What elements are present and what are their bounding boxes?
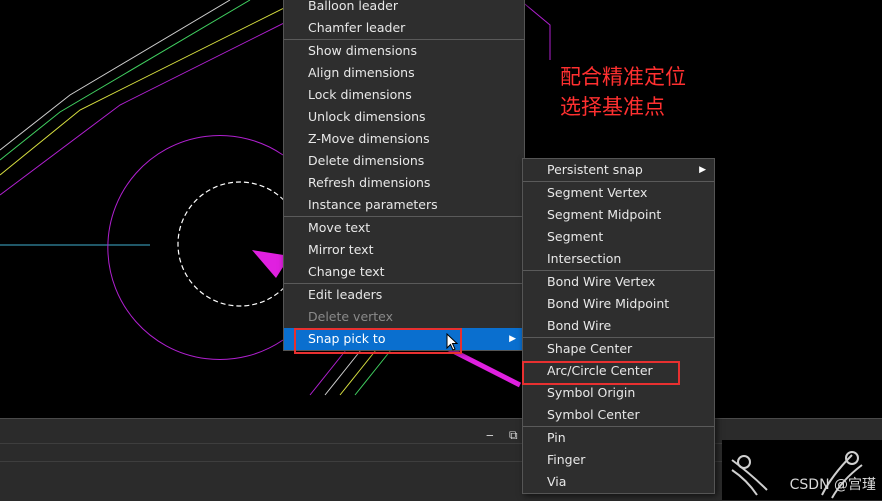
menu-item-segment[interactable]: Segment (523, 226, 714, 248)
menu-item-label: Edit leaders (308, 287, 383, 302)
context-menu: Balloon leader Chamfer leader Show dimensi… (283, 0, 525, 351)
menu-item-label: Bond Wire (547, 318, 612, 333)
menu-item-shape-center[interactable]: Shape Center (523, 338, 714, 360)
menu-item-segment-vertex[interactable]: Segment Vertex (523, 182, 714, 204)
minimize-icon[interactable]: ‒ (486, 429, 494, 441)
submenu-arrow-icon: ▶ (509, 334, 516, 344)
menu-item-label: Shape Center (547, 341, 633, 356)
menu-item-label: Symbol Origin (547, 385, 636, 400)
outer-arc (107, 135, 284, 360)
menu-item-refresh-dimensions[interactable]: Refresh dimensions (284, 172, 524, 194)
menu-item-delete-dimensions[interactable]: Delete dimensions (284, 150, 524, 172)
menu-item-label: Symbol Center (547, 407, 640, 422)
menu-item-delete-vertex[interactable]: Delete vertex (284, 306, 524, 328)
menu-item-label: Persistent snap (547, 162, 643, 177)
menu-item-label: Finger (547, 452, 586, 467)
menu-item-label: Segment (547, 229, 604, 244)
menu-item-chamfer-leader[interactable]: Chamfer leader (284, 17, 524, 39)
menu-item-unlock-dimensions[interactable]: Unlock dimensions (284, 106, 524, 128)
menu-item-label: Instance parameters (308, 197, 438, 212)
menu-item-label: Delete dimensions (308, 153, 425, 168)
menu-item-label: Z-Move dimensions (308, 131, 430, 146)
menu-item-bond-wire-midpoint[interactable]: Bond Wire Midpoint (523, 293, 714, 315)
menu-item-label: Bond Wire Midpoint (547, 296, 670, 311)
menu-item-label: Refresh dimensions (308, 175, 431, 190)
menu-item-balloon-leader[interactable]: Balloon leader (284, 0, 524, 17)
menu-item-via[interactable]: Via (523, 471, 714, 493)
submenu-arrow-icon: ▶ (699, 165, 706, 175)
menu-item-bond-wire[interactable]: Bond Wire (523, 315, 714, 337)
restore-icon[interactable]: ⧉ (509, 429, 518, 441)
menu-item-label: Delete vertex (308, 309, 394, 324)
menu-item-symbol-center[interactable]: Symbol Center (523, 404, 714, 426)
menu-item-label: Mirror text (308, 242, 374, 257)
board-outline-white (0, 0, 231, 151)
menu-item-label: Segment Midpoint (547, 207, 662, 222)
menu-item-label: Change text (308, 264, 385, 279)
menu-item-label: Unlock dimensions (308, 109, 426, 124)
menu-item-label: Align dimensions (308, 65, 415, 80)
snap-pick-submenu: Persistent snap ▶ Segment Vertex Segment Mi… (522, 158, 715, 494)
menu-item-intersection[interactable]: Intersection (523, 248, 714, 270)
menu-item-label: Chamfer leader (308, 20, 406, 35)
annotation-text: 配合精准定位 选择基准点 (560, 62, 686, 122)
menu-item-label: Lock dimensions (308, 87, 412, 102)
menu-item-show-dimensions[interactable]: Show dimensions (284, 40, 524, 62)
menu-item-align-dimensions[interactable]: Align dimensions (284, 62, 524, 84)
menu-item-label: Segment Vertex (547, 185, 648, 200)
menu-item-bond-wire-vertex[interactable]: Bond Wire Vertex (523, 271, 714, 293)
menu-item-z-move-dimensions[interactable]: Z-Move dimensions (284, 128, 524, 150)
menu-item-label: Show dimensions (308, 43, 417, 58)
menu-item-finger[interactable]: Finger (523, 449, 714, 471)
menu-item-lock-dimensions[interactable]: Lock dimensions (284, 84, 524, 106)
menu-item-label: Balloon leader (308, 0, 398, 13)
mouse-cursor-icon (446, 333, 459, 351)
menu-item-persistent-snap[interactable]: Persistent snap ▶ (523, 159, 714, 181)
menu-item-pin[interactable]: Pin (523, 427, 714, 449)
menu-item-label: Bond Wire Vertex (547, 274, 656, 289)
menu-item-instance-parameters[interactable]: Instance parameters (284, 194, 524, 216)
menu-item-snap-pick-to[interactable]: Snap pick to ▶ (284, 328, 524, 350)
menu-item-label: Intersection (547, 251, 622, 266)
board-trace-yellow (0, 0, 301, 176)
menu-item-move-text[interactable]: Move text (284, 217, 524, 239)
menu-item-label: Pin (547, 430, 566, 445)
menu-item-label: Arc/Circle Center (547, 363, 653, 378)
menu-item-segment-midpoint[interactable]: Segment Midpoint (523, 204, 714, 226)
menu-item-label: Move text (308, 220, 371, 235)
watermark: CSDN @宫瑾 (789, 477, 876, 493)
annotation-line-2: 选择基准点 (560, 95, 665, 119)
menu-item-symbol-origin[interactable]: Symbol Origin (523, 382, 714, 404)
menu-item-mirror-text[interactable]: Mirror text (284, 239, 524, 261)
menu-item-arc-circle-center[interactable]: Arc/Circle Center (523, 360, 714, 382)
menu-item-edit-leaders[interactable]: Edit leaders (284, 284, 524, 306)
menu-item-change-text[interactable]: Change text (284, 261, 524, 283)
annotation-line-1: 配合精准定位 (560, 65, 686, 89)
menu-item-label: Via (547, 474, 567, 489)
menu-item-label: Snap pick to (308, 331, 386, 346)
